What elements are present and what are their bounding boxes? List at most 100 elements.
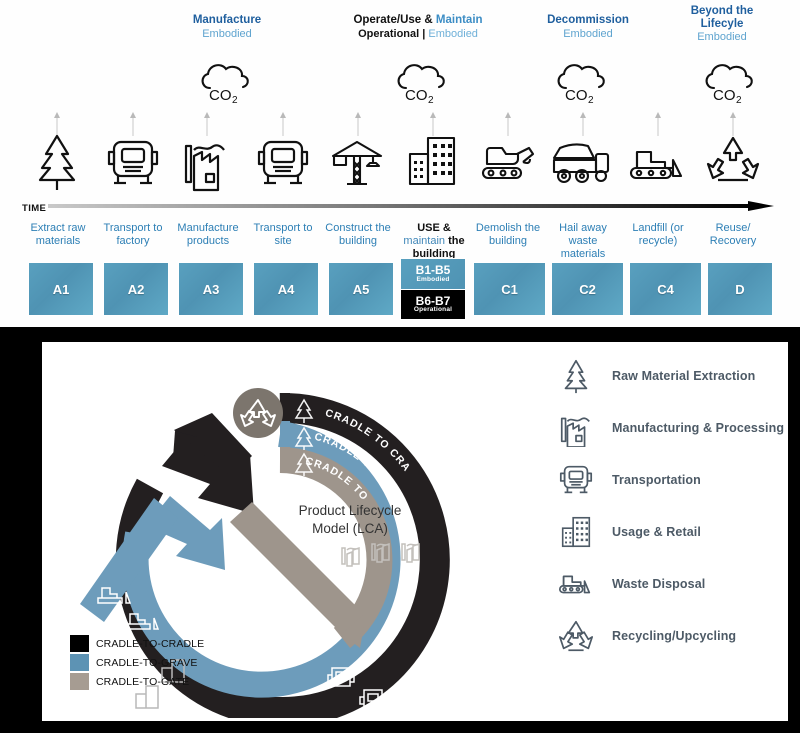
legend-label: Waste Disposal [612, 577, 706, 591]
phase-label-line-1: USE & [417, 222, 451, 234]
legend-row-waste-disposal: Waste Disposal [554, 558, 784, 610]
timeline-icon-excavator [473, 130, 543, 192]
svg-text:2: 2 [428, 95, 434, 104]
legend-label: Usage & Retail [612, 525, 701, 539]
phase-label-highlighted: USE & maintain the building [398, 222, 470, 262]
building-lifecycle-timeline-panel: Manufacture Embodied Operate/Use & Maint… [0, 0, 800, 330]
legend-row-transportation: Transportation [554, 454, 784, 506]
phase-label: Reuse/ Recovery [709, 222, 757, 248]
co2-cloud-icon: CO 2 [196, 58, 258, 106]
code-note: Operational [413, 306, 453, 314]
legend-item: CRADLE-TO-GRAVE [70, 654, 204, 671]
lifecycle-code-a1[interactable]: A1 [28, 262, 94, 316]
tree-icon [554, 356, 598, 396]
legend-color-chip-cradle-to-gate [70, 673, 89, 690]
lca-swatch-legend: CRADLE-TO-CRADLE CRADLE-TO-GRAVE CRADLE-… [70, 635, 204, 692]
lifecycle-code-a4[interactable]: A4 [253, 262, 319, 316]
co2-cloud-icon: CO 2 [392, 58, 454, 106]
legend-color-chip-cradle-to-grave [70, 654, 89, 671]
phase-label: Construct the building [325, 222, 391, 248]
lifecycle-code-d[interactable]: D [707, 262, 773, 316]
legend-label: Raw Material Extraction [612, 369, 756, 383]
timeline-icon-truck [248, 130, 318, 192]
stage-head-beyond-the-lifecycle: Beyond the Lifecyle Embodied [672, 5, 772, 44]
phase-label: Hail away waste materials [559, 222, 607, 261]
phase-label: Manufacture products [177, 222, 239, 248]
phase-label: Transport to site [253, 222, 313, 248]
legend-item: CRADLE-TO-GATE [70, 673, 204, 690]
timeline-icon-building [398, 130, 468, 192]
lca-center-caption: Product Lifecycle Model (LCA) [260, 502, 440, 537]
lifecycle-code-b-stack[interactable]: B1-B5 Embodied B6-B7 Operational [400, 258, 466, 320]
legend-item: CRADLE-TO-CRADLE [70, 635, 204, 652]
lifecycle-code-b6-b7[interactable]: B6-B7 Operational [401, 289, 465, 319]
stage-head-subtitle: Embodied [202, 27, 252, 40]
stage-head-sub-divider: | [422, 27, 426, 40]
time-axis-label: TIME [22, 203, 47, 214]
lifecycle-code-a5[interactable]: A5 [328, 262, 394, 316]
svg-text:CO: CO [713, 87, 736, 104]
legend-row-recycling-upcycling: Recycling/Upcycling [554, 610, 784, 662]
timeline-icon-tree [22, 130, 92, 192]
legend-label: CRADLE-TO-GATE [96, 675, 190, 688]
svg-text:CO: CO [565, 87, 588, 104]
recycle-badge-icon [233, 388, 283, 438]
stage-head-subtitle: Embodied [563, 27, 613, 40]
timeline-icon-dump-truck [548, 130, 618, 192]
lifecycle-code-a2[interactable]: A2 [103, 262, 169, 316]
stage-head-manufacture: Manufacture Embodied [172, 14, 282, 41]
timeline-icon-recycle [698, 130, 768, 192]
lifecycle-code-c4[interactable]: C4 [629, 262, 702, 316]
lifecycle-code-c1[interactable]: C1 [473, 262, 546, 316]
time-axis-arrow [48, 200, 778, 219]
svg-text:2: 2 [588, 95, 594, 104]
stage-head-operate-use-maintain: Operate/Use & Maintain Operational | Emb… [332, 14, 504, 41]
svg-text:CO: CO [209, 87, 232, 104]
phase-label-line-2b: the [448, 235, 465, 248]
phase-label: Extract raw materials [30, 222, 86, 248]
legend-label: Manufacturing & Processing [612, 421, 785, 435]
lca-center-line-1: Product Lifecycle [298, 503, 402, 518]
recycle-icon [554, 616, 598, 656]
svg-text:CO: CO [405, 87, 428, 104]
factory-icon [554, 408, 598, 448]
legend-row-raw-material-extraction: Raw Material Extraction [554, 350, 784, 402]
legend-row-usage-retail: Usage & Retail [554, 506, 784, 558]
stage-head-title: Decommission [547, 14, 629, 26]
timeline-icon-crane [323, 130, 393, 192]
stage-head-sub-part-1: Operational [358, 27, 420, 40]
timeline-icon-bulldozer [623, 130, 693, 192]
stage-head-title: Operate/Use & Maintain [332, 14, 504, 28]
timeline-icon-factory [172, 130, 242, 192]
stage-head-decommission: Decommission Embodied [528, 14, 648, 41]
legend-label: Transportation [612, 473, 701, 487]
lca-stage-legend: Raw Material Extraction Manufacturing & … [554, 350, 784, 662]
timeline-icon-truck [98, 130, 168, 192]
stage-head-title-part-1: Operate/Use & [353, 14, 433, 26]
lifecycle-code-c2[interactable]: C2 [551, 262, 624, 316]
co2-cloud-icon: CO 2 [700, 58, 762, 106]
stage-head-subtitle: Operational | Embodied [332, 28, 504, 41]
lca-diagram-panel: CRADLE TO CRADLE CRADLE TO GRAVE CRADLE … [0, 329, 800, 733]
legend-label: Recycling/Upcycling [612, 629, 737, 643]
stage-head-title-part-2: Maintain [435, 14, 483, 26]
code-text: B1-B5 [415, 263, 451, 278]
lifecycle-code-a3[interactable]: A3 [178, 262, 244, 316]
legend-label: CRADLE-TO-GRAVE [96, 656, 198, 669]
svg-text:2: 2 [232, 95, 238, 104]
bulldozer-icon [554, 564, 598, 604]
code-note: Embodied [416, 275, 450, 283]
building-icon [554, 512, 598, 552]
svg-text:2: 2 [736, 95, 742, 104]
phase-label: Demolish the building [475, 222, 541, 248]
lifecycle-code-b1-b5[interactable]: B1-B5 Embodied [401, 259, 465, 289]
legend-color-chip-cradle-to-cradle [70, 635, 89, 652]
lca-center-line-2: Model (LCA) [312, 520, 388, 536]
phase-label-line-2: maintain [403, 235, 445, 248]
phase-label: Landfill (or recycle) [632, 222, 684, 248]
stage-head-subtitle: Embodied [697, 31, 747, 44]
legend-row-manufacturing-processing: Manufacturing & Processing [554, 402, 784, 454]
co2-cloud-icon: CO 2 [552, 58, 614, 106]
stage-head-title: Manufacture [192, 14, 262, 26]
legend-label: CRADLE-TO-CRADLE [96, 637, 205, 650]
